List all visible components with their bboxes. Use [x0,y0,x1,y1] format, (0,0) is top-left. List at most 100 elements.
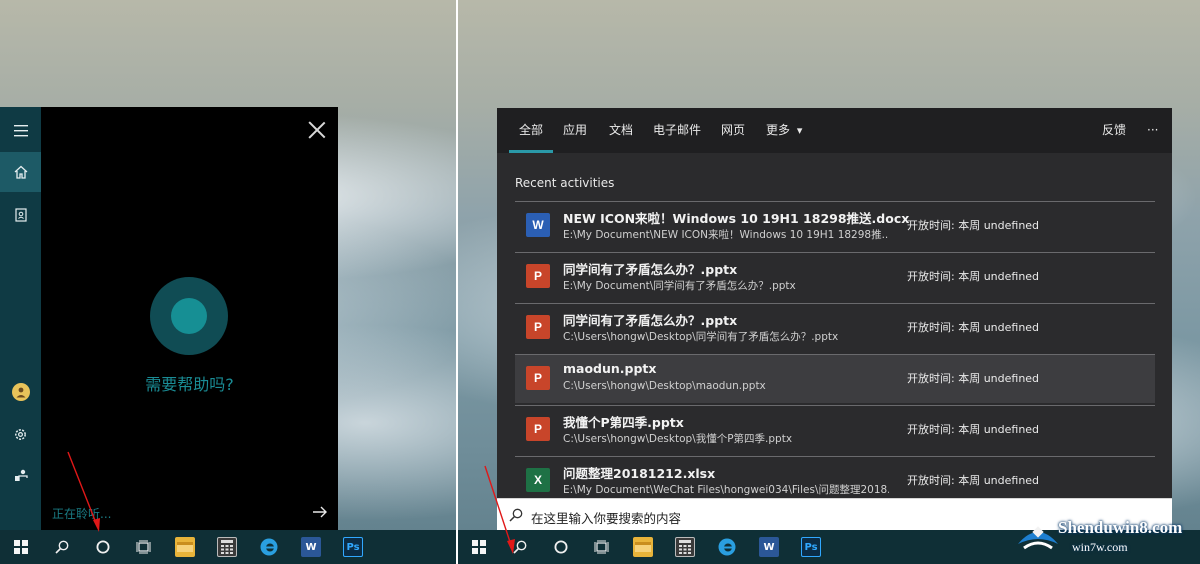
windows-logo-icon [471,540,486,554]
excel-glyph: X [526,468,550,492]
ppt-file-icon: P [525,314,551,340]
photoshop-icon: Ps [343,537,363,557]
task-view-icon [594,540,608,554]
taskbar-app-explorer[interactable] [622,530,664,564]
result-row[interactable]: W NEW ICON来啦！Windows 10 19H1 18298推送.docx… [515,201,1155,250]
result-row[interactable]: P 我懂个P第四季.pptx C:\Users\hongw\Desktop\我懂个P… [515,405,1155,454]
tab-apps[interactable]: 应用 [563,108,587,153]
tab-email[interactable]: 电子邮件 [653,108,701,153]
cortana-button[interactable] [82,530,123,564]
ppt-file-icon: P [525,416,551,442]
taskbar-app-calculator[interactable] [664,530,706,564]
result-path: C:\Users\hongw\Desktop\我懂个P第四季.pptx [563,433,793,445]
tab-all[interactable]: 全部 [508,108,554,153]
cortana-orb-inner [171,298,207,334]
home-icon[interactable] [0,152,41,192]
calculator-icon [217,537,237,557]
cortana-circle-icon [96,540,109,554]
tab-more[interactable]: 更多 ▾ [766,108,802,153]
watermark-logo-icon [1018,526,1058,550]
result-path: E:\My Document\WeChat Files\hongwei034\F… [563,484,889,496]
cortana-circle-icon [554,540,567,554]
section-title: Recent activities [515,176,615,190]
word-glyph: W [526,213,550,237]
edge-icon [717,537,737,557]
task-view-icon [136,540,150,554]
tab-web[interactable]: 网页 [721,108,745,153]
taskbar-app-calculator[interactable] [206,530,248,564]
help-text: 需要帮助吗? [145,375,234,394]
start-button[interactable] [458,530,499,564]
search-icon [512,540,526,554]
chevron-down-icon: ▾ [796,124,803,137]
desktop-right: 全部 应用 文档 电子邮件 网页 更多 ▾ 反馈 ··· Recent acti… [458,0,1200,564]
search-input[interactable]: 在这里输入你要搜索的内容 [531,508,681,527]
result-open-time: 开放时间: 本周 undefined [907,423,1040,436]
ppt-glyph: P [526,366,550,390]
result-name: 同学间有了矛盾怎么办？.pptx [563,262,738,277]
word-icon: W [301,537,321,557]
result-name: maodun.pptx [563,361,657,376]
edge-icon [259,537,279,557]
taskbar-app-edge[interactable] [706,530,748,564]
avatar-icon[interactable] [0,372,41,412]
close-icon[interactable] [308,121,326,139]
result-path: C:\Users\hongw\Desktop\同学间有了矛盾怎么办？.pptx [563,331,839,343]
result-name: 问题整理20181212.xlsx [563,466,716,481]
hamburger-icon[interactable] [0,111,41,151]
file-explorer-icon [175,537,195,557]
search-button[interactable] [41,530,82,564]
result-open-time: 开放时间: 本周 undefined [907,474,1040,487]
result-path: E:\My Document\NEW ICON来啦！Windows 10 19H… [563,229,889,241]
ppt-file-icon: P [525,365,551,391]
result-row[interactable]: Pmaodun.pptx C:\Users\hongw\Desktop\maodu… [515,354,1155,403]
ppt-glyph: P [526,417,550,441]
more-options-icon[interactable]: ··· [1147,108,1158,153]
search-icon [54,540,68,554]
word-icon: W [759,537,779,557]
cortana-rail [0,107,41,530]
result-name: 同学间有了矛盾怎么办？.pptx [563,313,738,328]
send-arrow-icon[interactable] [312,503,328,522]
taskbar-app-edge[interactable] [248,530,290,564]
gear-icon[interactable] [0,414,41,454]
word-file-icon: W [525,212,551,238]
watermark: Shenduwin8.com win7w.com [1016,516,1192,560]
result-path: C:\Users\hongw\Desktop\maodun.pptx [563,380,766,392]
ppt-file-icon: P [525,263,551,289]
search-icon [509,508,523,522]
tab-more-label: 更多 [766,123,791,137]
taskbar-app-word[interactable]: W [290,530,332,564]
cortana-panel: 需要帮助吗? 正在聆听... [0,107,338,530]
search-button[interactable] [499,530,540,564]
result-row[interactable]: P 同学间有了矛盾怎么办？.pptx E:\My Document\同学间有了矛盾怎… [515,252,1155,301]
taskbar-app-word[interactable]: W [748,530,790,564]
taskbar-left: W Ps [0,530,456,564]
desktop-left: 需要帮助吗? 正在聆听... W Ps [0,0,456,564]
result-open-time: 开放时间: 本周 undefined [907,321,1040,334]
tab-documents[interactable]: 文档 [609,108,633,153]
result-row[interactable]: P 同学间有了矛盾怎么办？.pptx C:\Users\hongw\Desktop\… [515,303,1155,352]
cortana-button[interactable] [540,530,581,564]
result-name: 我懂个P第四季.pptx [563,415,684,430]
result-open-time: 开放时间: 本周 undefined [907,219,1040,232]
windows-logo-icon [13,540,28,554]
photoshop-icon: Ps [801,537,821,557]
search-tabs: 全部 应用 文档 电子邮件 网页 更多 ▾ 反馈 ··· [497,108,1172,153]
taskbar-app-explorer[interactable] [164,530,206,564]
task-view-button[interactable] [581,530,622,564]
cortana-orb [150,277,228,355]
feedback-button[interactable]: 反馈 [1102,108,1126,153]
ppt-glyph: P [526,264,550,288]
result-open-time: 开放时间: 本周 undefined [907,270,1040,283]
taskbar-app-photoshop[interactable]: Ps [332,530,374,564]
watermark-title: Shenduwin8.com [1058,518,1183,537]
feedback-icon[interactable] [0,455,41,495]
watermark-subtitle: win7w.com [1072,540,1128,554]
notebook-icon[interactable] [0,195,41,235]
result-open-time: 开放时间: 本周 undefined [907,372,1040,385]
start-button[interactable] [0,530,41,564]
taskbar-app-photoshop[interactable]: Ps [790,530,832,564]
task-view-button[interactable] [123,530,164,564]
file-explorer-icon [633,537,653,557]
